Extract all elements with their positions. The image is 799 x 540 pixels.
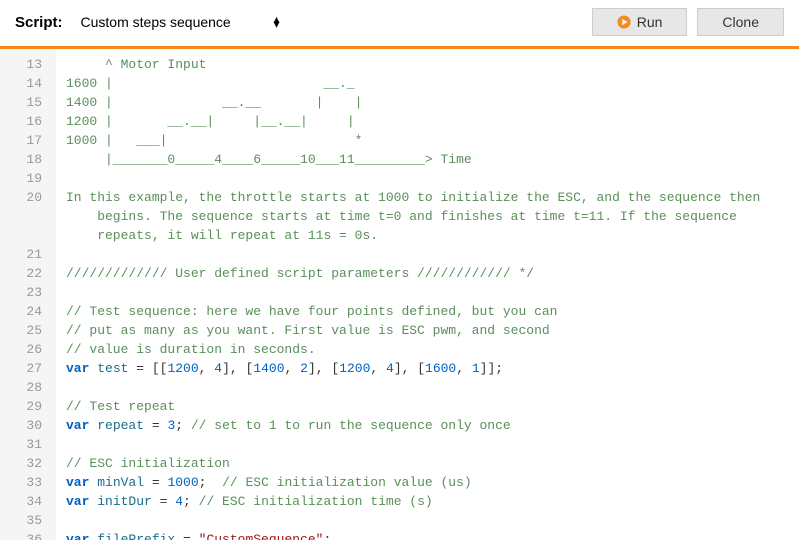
line-number: 16 (0, 112, 48, 131)
line-number: 23 (0, 283, 48, 302)
line-number: 27 (0, 359, 48, 378)
code-line: 1000 | ___| * (66, 131, 799, 150)
script-dropdown[interactable]: Custom steps sequence ▴▾ (73, 9, 288, 35)
code-content[interactable]: ^ Motor Input1600 | __._1400 | __.__ | |… (56, 49, 799, 540)
script-dropdown-value: Custom steps sequence (81, 14, 231, 30)
dropdown-chevron-icon: ▴▾ (273, 17, 279, 27)
line-number: 35 (0, 511, 48, 530)
clone-button[interactable]: Clone (697, 8, 784, 36)
line-number: 17 (0, 131, 48, 150)
code-line: var minVal = 1000; // ESC initialization… (66, 473, 799, 492)
code-line: In this example, the throttle starts at … (66, 188, 799, 245)
code-line: // Test sequence: here we have four poin… (66, 302, 799, 321)
line-number-gutter: 1314151617181920 21222324252627282930313… (0, 49, 56, 540)
line-number: 15 (0, 93, 48, 112)
code-line (66, 511, 799, 530)
code-line: 1600 | __._ (66, 74, 799, 93)
line-number: 19 (0, 169, 48, 188)
line-number: 20 (0, 188, 48, 207)
code-line: // value is duration in seconds. (66, 340, 799, 359)
header-bar: Script: Custom steps sequence ▴▾ Run Clo… (0, 0, 799, 46)
line-number-continuation (0, 207, 48, 226)
code-line (66, 283, 799, 302)
code-line: 1200 | __.__| |__.__| | (66, 112, 799, 131)
code-line: ///////////// User defined script parame… (66, 264, 799, 283)
code-line (66, 435, 799, 454)
code-line: var test = [[1200, 4], [1400, 2], [1200,… (66, 359, 799, 378)
line-number: 25 (0, 321, 48, 340)
line-number: 31 (0, 435, 48, 454)
code-line (66, 169, 799, 188)
code-line: // Test repeat (66, 397, 799, 416)
line-number: 34 (0, 492, 48, 511)
run-button[interactable]: Run (592, 8, 688, 36)
play-icon (617, 15, 631, 29)
code-line: // put as many as you want. First value … (66, 321, 799, 340)
code-line (66, 245, 799, 264)
line-number: 22 (0, 264, 48, 283)
code-line: // ESC initialization (66, 454, 799, 473)
code-line: |_______0_____4____6_____10___11________… (66, 150, 799, 169)
script-label: Script: (15, 14, 63, 31)
line-number: 21 (0, 245, 48, 264)
code-editor[interactable]: 1314151617181920 21222324252627282930313… (0, 49, 799, 540)
line-number: 26 (0, 340, 48, 359)
line-number: 18 (0, 150, 48, 169)
run-button-label: Run (637, 14, 663, 30)
code-line: var initDur = 4; // ESC initialization t… (66, 492, 799, 511)
clone-button-label: Clone (722, 14, 759, 30)
line-number: 14 (0, 74, 48, 93)
line-number: 28 (0, 378, 48, 397)
line-number: 30 (0, 416, 48, 435)
code-line: ^ Motor Input (66, 55, 799, 74)
code-line: var repeat = 3; // set to 1 to run the s… (66, 416, 799, 435)
line-number: 24 (0, 302, 48, 321)
line-number: 29 (0, 397, 48, 416)
line-number: 33 (0, 473, 48, 492)
line-number: 32 (0, 454, 48, 473)
code-line (66, 378, 799, 397)
line-number: 13 (0, 55, 48, 74)
code-line: 1400 | __.__ | | (66, 93, 799, 112)
line-number-continuation (0, 226, 48, 245)
